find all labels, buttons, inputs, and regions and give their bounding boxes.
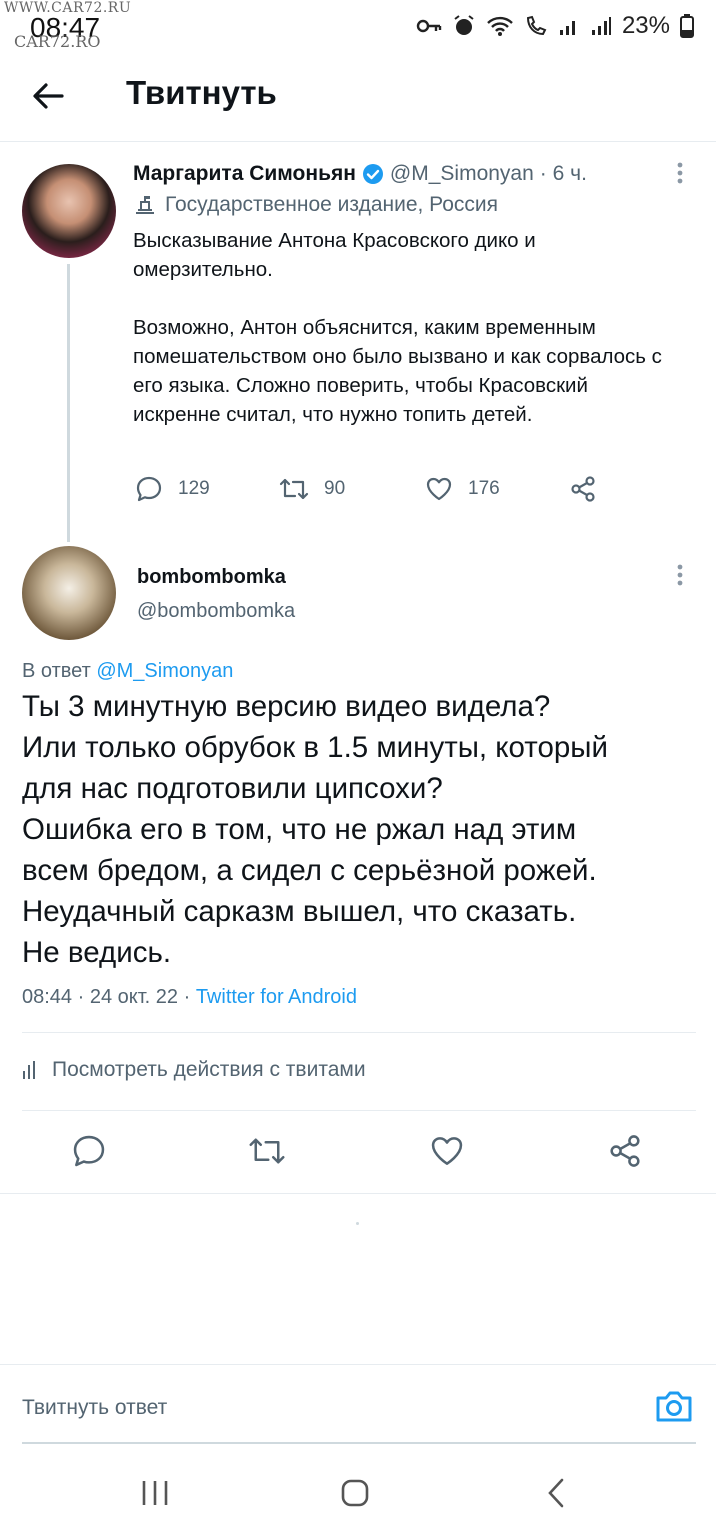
more-vertical-icon	[677, 162, 683, 184]
state-media-label[interactable]: Государственное издание, Россия	[133, 193, 498, 217]
divider	[22, 1032, 696, 1033]
compose-underline	[22, 1442, 696, 1444]
back-button[interactable]	[28, 74, 72, 118]
divider	[0, 1364, 716, 1365]
author-handle[interactable]: @bombombomka	[137, 600, 295, 623]
recent-apps-icon	[142, 1481, 168, 1505]
battery-text: 23%	[621, 12, 670, 39]
more-button[interactable]	[672, 562, 688, 595]
more-vertical-icon	[677, 564, 683, 586]
signal-icon	[559, 21, 575, 35]
divider	[0, 1193, 716, 1194]
thread-line	[67, 264, 70, 542]
parent-author-line: Маргарита Симоньян @M_Simonyan · 6 ч.	[133, 162, 587, 186]
camera-button[interactable]	[654, 1388, 694, 1431]
reply-compose-input[interactable]: Твитнуть ответ	[22, 1396, 167, 1420]
text-line: Не ведись.	[22, 936, 172, 969]
reply-count: 129	[178, 478, 210, 499]
paragraph: Возможно, Антон объяснится, каким времен…	[133, 316, 662, 426]
battery-icon	[680, 14, 694, 38]
reply-to-line: В ответ @M_Simonyan	[22, 660, 233, 683]
like-button[interactable]: 176	[424, 474, 500, 504]
reply-to-mention[interactable]: @M_Simonyan	[96, 660, 233, 682]
home-button[interactable]	[338, 1476, 372, 1515]
retweet-button[interactable]	[247, 1132, 287, 1175]
author-name[interactable]: bombombomka	[137, 566, 286, 589]
avatar[interactable]	[22, 546, 116, 640]
text-line: Ошибка его в том, что не ржал над этим	[22, 813, 577, 846]
reply-button[interactable]	[70, 1132, 108, 1175]
retweet-icon	[279, 478, 309, 500]
share-button[interactable]	[606, 1132, 644, 1175]
paragraph: Высказывание Антона Красовского дико и о…	[133, 229, 536, 281]
key-icon	[416, 19, 442, 33]
tweet-time: · 6 ч.	[539, 162, 587, 185]
main-tweet-text: Ты 3 минутную версию видео видела? Или т…	[22, 686, 702, 973]
system-nav-bar	[0, 1452, 716, 1536]
share-icon	[571, 476, 595, 502]
reply-bubble-icon	[136, 476, 162, 502]
text-line: для нас подготовили ципсохи?	[22, 772, 443, 805]
page-title: Твитнуть	[126, 74, 277, 111]
app-header: Твитнуть	[0, 60, 716, 142]
text-line: Или только обрубок в 1.5 минуты, который	[22, 731, 608, 764]
chevron-left-icon	[548, 1478, 564, 1508]
camera-icon	[656, 1391, 692, 1422]
tweet-timestamp: 08:44 · 24 окт. 22 ·	[22, 986, 191, 1008]
retweet-button[interactable]: 90	[278, 474, 345, 504]
retweet-count: 90	[324, 478, 346, 499]
author-handle[interactable]: @M_Simonyan	[390, 162, 534, 186]
text-line: Неудачный сарказм вышел, что сказать.	[22, 895, 577, 928]
call-icon	[526, 15, 547, 36]
text-line: всем бредом, а сидел с серьёзной рожей.	[22, 854, 597, 887]
watermark-bottom: CAR72.RO	[14, 32, 101, 51]
share-button[interactable]	[568, 474, 598, 504]
state-media-text: Государственное издание, Россия	[165, 193, 499, 216]
avatar[interactable]	[22, 164, 116, 258]
wifi-icon	[487, 16, 513, 36]
arrow-left-icon	[33, 83, 64, 109]
status-icons: 23%	[416, 12, 694, 40]
more-button[interactable]	[672, 160, 688, 193]
status-bar: WWW.CAR72.RU 08:47 CAR72.RO 23%	[0, 0, 716, 56]
heart-icon	[426, 477, 452, 501]
signal-icon-2	[591, 17, 611, 35]
loading-dot	[356, 1222, 359, 1225]
analytics-link[interactable]: Посмотреть действия с твитами	[22, 1058, 366, 1082]
retweet-icon	[249, 1138, 285, 1164]
analytics-label: Посмотреть действия с твитами	[52, 1058, 366, 1081]
text-line: Ты 3 минутную версию видео видела?	[22, 690, 551, 723]
back-nav-button[interactable]	[540, 1476, 574, 1515]
heart-icon	[431, 1137, 463, 1165]
parent-tweet-text: Высказывание Антона Красовского дико и о…	[133, 226, 673, 458]
verified-badge-icon	[362, 164, 383, 184]
reply-button[interactable]: 129	[134, 474, 210, 504]
share-icon	[610, 1135, 640, 1167]
main-action-bar	[0, 1132, 716, 1176]
alarm-icon	[454, 15, 474, 35]
tweet-detail-screen: WWW.CAR72.RU 08:47 CAR72.RO 23% Твитнуть…	[0, 0, 716, 1536]
like-count: 176	[468, 478, 500, 499]
reply-to-prefix: В ответ	[22, 660, 91, 682]
parent-action-bar: 129 90 176	[134, 474, 614, 508]
divider	[22, 1110, 696, 1111]
recent-apps-button[interactable]	[138, 1476, 172, 1515]
reply-bubble-icon	[73, 1135, 105, 1167]
government-building-icon	[136, 196, 154, 214]
home-icon	[341, 1479, 369, 1507]
author-name[interactable]: Маргарита Симоньян	[133, 162, 356, 186]
analytics-bars-icon	[23, 1061, 35, 1079]
tweet-source[interactable]: Twitter for Android	[196, 986, 357, 1008]
tweet-meta: 08:44 · 24 окт. 22 · Twitter for Android	[22, 986, 357, 1009]
like-button[interactable]	[428, 1132, 466, 1175]
